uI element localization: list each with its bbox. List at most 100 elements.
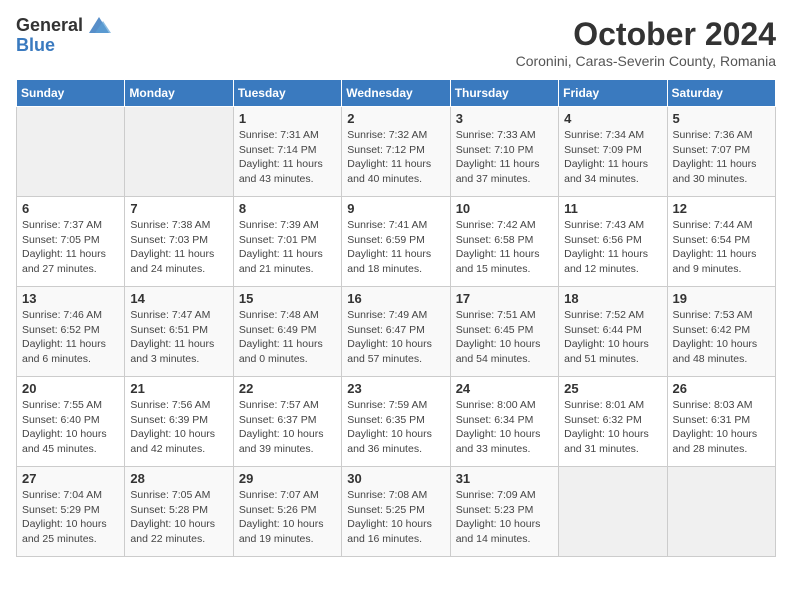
calendar-cell: 16 Sunrise: 7:49 AMSunset: 6:47 PMDaylig… [342, 287, 450, 377]
day-detail: Sunrise: 7:09 AMSunset: 5:23 PMDaylight:… [456, 488, 553, 547]
calendar-cell: 5 Sunrise: 7:36 AMSunset: 7:07 PMDayligh… [667, 107, 775, 197]
day-detail: Sunrise: 7:59 AMSunset: 6:35 PMDaylight:… [347, 398, 444, 457]
calendar-cell [125, 107, 233, 197]
calendar-cell: 10 Sunrise: 7:42 AMSunset: 6:58 PMDaylig… [450, 197, 558, 287]
calendar-cell: 24 Sunrise: 8:00 AMSunset: 6:34 PMDaylig… [450, 377, 558, 467]
day-detail: Sunrise: 7:57 AMSunset: 6:37 PMDaylight:… [239, 398, 336, 457]
day-detail: Sunrise: 8:01 AMSunset: 6:32 PMDaylight:… [564, 398, 661, 457]
calendar-week-row: 13 Sunrise: 7:46 AMSunset: 6:52 PMDaylig… [17, 287, 776, 377]
logo-text: General [16, 16, 83, 36]
day-detail: Sunrise: 7:33 AMSunset: 7:10 PMDaylight:… [456, 128, 553, 187]
calendar-cell: 3 Sunrise: 7:33 AMSunset: 7:10 PMDayligh… [450, 107, 558, 197]
calendar-cell: 8 Sunrise: 7:39 AMSunset: 7:01 PMDayligh… [233, 197, 341, 287]
day-detail: Sunrise: 7:39 AMSunset: 7:01 PMDaylight:… [239, 218, 336, 277]
day-detail: Sunrise: 7:52 AMSunset: 6:44 PMDaylight:… [564, 308, 661, 367]
day-detail: Sunrise: 7:31 AMSunset: 7:14 PMDaylight:… [239, 128, 336, 187]
calendar-cell [559, 467, 667, 557]
calendar-cell: 4 Sunrise: 7:34 AMSunset: 7:09 PMDayligh… [559, 107, 667, 197]
day-number: 24 [456, 381, 553, 396]
calendar-week-row: 20 Sunrise: 7:55 AMSunset: 6:40 PMDaylig… [17, 377, 776, 467]
location-subtitle: Coronini, Caras-Severin County, Romania [516, 53, 776, 69]
calendar-cell: 25 Sunrise: 8:01 AMSunset: 6:32 PMDaylig… [559, 377, 667, 467]
day-number: 13 [22, 291, 119, 306]
day-number: 14 [130, 291, 227, 306]
day-number: 4 [564, 111, 661, 126]
calendar-cell: 9 Sunrise: 7:41 AMSunset: 6:59 PMDayligh… [342, 197, 450, 287]
day-detail: Sunrise: 8:00 AMSunset: 6:34 PMDaylight:… [456, 398, 553, 457]
calendar-cell: 31 Sunrise: 7:09 AMSunset: 5:23 PMDaylig… [450, 467, 558, 557]
day-detail: Sunrise: 7:08 AMSunset: 5:25 PMDaylight:… [347, 488, 444, 547]
day-number: 7 [130, 201, 227, 216]
calendar-cell: 7 Sunrise: 7:38 AMSunset: 7:03 PMDayligh… [125, 197, 233, 287]
day-detail: Sunrise: 7:38 AMSunset: 7:03 PMDaylight:… [130, 218, 227, 277]
weekday-header: Thursday [450, 80, 558, 107]
weekday-header: Sunday [17, 80, 125, 107]
calendar-cell: 29 Sunrise: 7:07 AMSunset: 5:26 PMDaylig… [233, 467, 341, 557]
weekday-header: Wednesday [342, 80, 450, 107]
calendar-week-row: 6 Sunrise: 7:37 AMSunset: 7:05 PMDayligh… [17, 197, 776, 287]
logo-icon [85, 15, 113, 35]
logo: General Blue [16, 16, 113, 56]
calendar-cell: 28 Sunrise: 7:05 AMSunset: 5:28 PMDaylig… [125, 467, 233, 557]
day-detail: Sunrise: 7:42 AMSunset: 6:58 PMDaylight:… [456, 218, 553, 277]
day-detail: Sunrise: 7:49 AMSunset: 6:47 PMDaylight:… [347, 308, 444, 367]
calendar-cell: 19 Sunrise: 7:53 AMSunset: 6:42 PMDaylig… [667, 287, 775, 377]
calendar-cell [667, 467, 775, 557]
weekday-header: Saturday [667, 80, 775, 107]
day-number: 23 [347, 381, 444, 396]
day-detail: Sunrise: 7:43 AMSunset: 6:56 PMDaylight:… [564, 218, 661, 277]
day-number: 31 [456, 471, 553, 486]
weekday-header: Friday [559, 80, 667, 107]
day-number: 2 [347, 111, 444, 126]
day-detail: Sunrise: 7:05 AMSunset: 5:28 PMDaylight:… [130, 488, 227, 547]
day-detail: Sunrise: 7:44 AMSunset: 6:54 PMDaylight:… [673, 218, 770, 277]
calendar-cell: 17 Sunrise: 7:51 AMSunset: 6:45 PMDaylig… [450, 287, 558, 377]
calendar-cell: 1 Sunrise: 7:31 AMSunset: 7:14 PMDayligh… [233, 107, 341, 197]
day-detail: Sunrise: 7:04 AMSunset: 5:29 PMDaylight:… [22, 488, 119, 547]
day-number: 25 [564, 381, 661, 396]
weekday-header: Tuesday [233, 80, 341, 107]
day-number: 12 [673, 201, 770, 216]
day-number: 5 [673, 111, 770, 126]
day-number: 21 [130, 381, 227, 396]
month-title: October 2024 [516, 16, 776, 53]
day-number: 17 [456, 291, 553, 306]
day-number: 15 [239, 291, 336, 306]
calendar-cell: 15 Sunrise: 7:48 AMSunset: 6:49 PMDaylig… [233, 287, 341, 377]
day-number: 1 [239, 111, 336, 126]
calendar-cell: 22 Sunrise: 7:57 AMSunset: 6:37 PMDaylig… [233, 377, 341, 467]
calendar-cell: 27 Sunrise: 7:04 AMSunset: 5:29 PMDaylig… [17, 467, 125, 557]
day-number: 22 [239, 381, 336, 396]
title-block: October 2024 Coronini, Caras-Severin Cou… [516, 16, 776, 69]
calendar-cell: 30 Sunrise: 7:08 AMSunset: 5:25 PMDaylig… [342, 467, 450, 557]
day-number: 29 [239, 471, 336, 486]
logo-blue: Blue [16, 35, 55, 55]
day-number: 16 [347, 291, 444, 306]
day-detail: Sunrise: 7:51 AMSunset: 6:45 PMDaylight:… [456, 308, 553, 367]
day-detail: Sunrise: 7:55 AMSunset: 6:40 PMDaylight:… [22, 398, 119, 457]
day-detail: Sunrise: 7:41 AMSunset: 6:59 PMDaylight:… [347, 218, 444, 277]
day-number: 20 [22, 381, 119, 396]
day-number: 8 [239, 201, 336, 216]
day-number: 11 [564, 201, 661, 216]
day-detail: Sunrise: 7:48 AMSunset: 6:49 PMDaylight:… [239, 308, 336, 367]
calendar-cell [17, 107, 125, 197]
day-detail: Sunrise: 7:34 AMSunset: 7:09 PMDaylight:… [564, 128, 661, 187]
day-number: 28 [130, 471, 227, 486]
day-number: 3 [456, 111, 553, 126]
day-number: 6 [22, 201, 119, 216]
calendar-cell: 18 Sunrise: 7:52 AMSunset: 6:44 PMDaylig… [559, 287, 667, 377]
day-detail: Sunrise: 7:37 AMSunset: 7:05 PMDaylight:… [22, 218, 119, 277]
weekday-header: Monday [125, 80, 233, 107]
calendar-cell: 21 Sunrise: 7:56 AMSunset: 6:39 PMDaylig… [125, 377, 233, 467]
calendar-cell: 13 Sunrise: 7:46 AMSunset: 6:52 PMDaylig… [17, 287, 125, 377]
calendar-cell: 11 Sunrise: 7:43 AMSunset: 6:56 PMDaylig… [559, 197, 667, 287]
day-number: 27 [22, 471, 119, 486]
day-detail: Sunrise: 7:46 AMSunset: 6:52 PMDaylight:… [22, 308, 119, 367]
calendar-cell: 12 Sunrise: 7:44 AMSunset: 6:54 PMDaylig… [667, 197, 775, 287]
calendar-cell: 6 Sunrise: 7:37 AMSunset: 7:05 PMDayligh… [17, 197, 125, 287]
day-number: 10 [456, 201, 553, 216]
day-number: 26 [673, 381, 770, 396]
page-header: General Blue October 2024 Coronini, Cara… [16, 16, 776, 69]
day-detail: Sunrise: 7:32 AMSunset: 7:12 PMDaylight:… [347, 128, 444, 187]
